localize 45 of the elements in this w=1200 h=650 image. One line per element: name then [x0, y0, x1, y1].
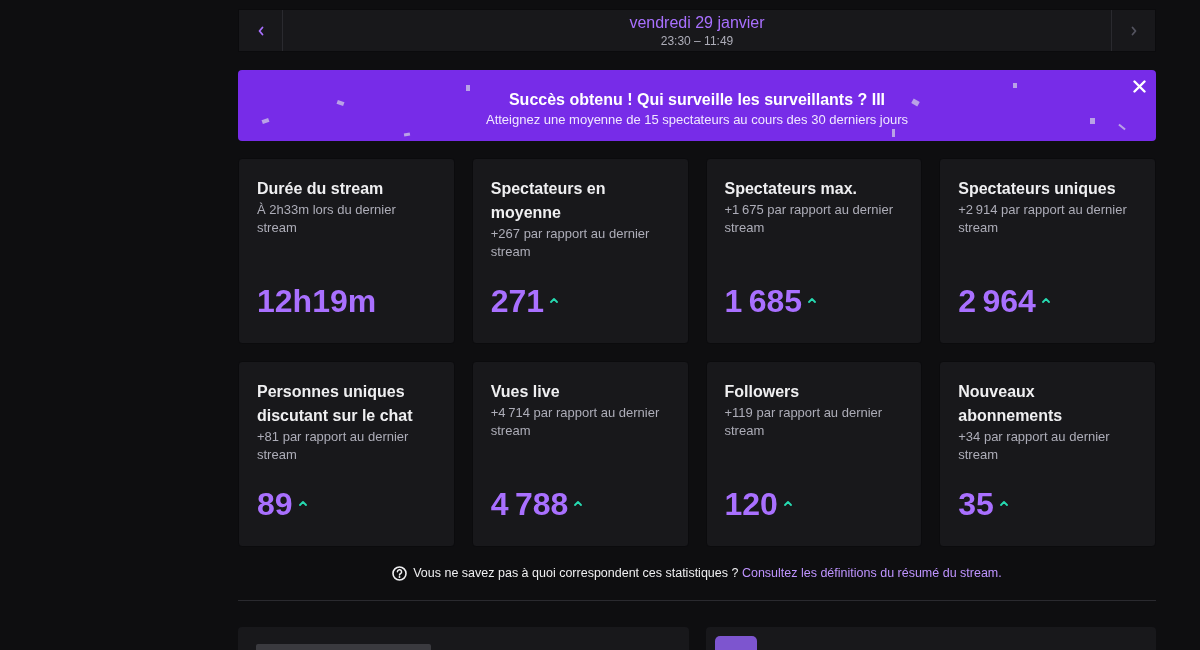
close-icon — [1132, 79, 1146, 93]
definitions-link[interactable]: Consultez les définitions du résumé du stream. — [741, 566, 1002, 580]
achievement-title: Succès obtenu ! Qui surveille les surveillants ? III — [508, 90, 886, 110]
stat-title: Durée du stream — [257, 179, 385, 199]
stat-title: Personnes uniques discutant sur le chat — [257, 382, 414, 426]
chevron-right-icon — [1130, 25, 1137, 36]
stat-comparison: À 2h33m lors du dernier stream — [257, 201, 397, 237]
stat-comparison: +1 675 par rapport au dernier stream — [724, 201, 894, 237]
chevron-left-icon — [257, 25, 264, 36]
stat-value: 120 — [724, 485, 778, 524]
stat-comparison: +34 par rapport au dernier stream — [958, 428, 1111, 464]
time-range: 23:30 – 11:49 — [660, 32, 734, 49]
help-text: Vous ne savez pas à quoi correspondent ces statistiques ? Consultez les définitions du résumé du stream. — [413, 565, 1002, 582]
confetti-piece — [1090, 118, 1095, 124]
stat-comparison: +119 par rapport au dernier stream — [724, 404, 884, 440]
close-button[interactable] — [1131, 78, 1147, 94]
avatar-placeholder — [714, 636, 757, 650]
achievement-description: Atteignez une moyenne de 15 spectateurs au cours des 30 derniers jours — [485, 111, 908, 129]
stat-value: 1 685 — [724, 282, 803, 321]
confetti-piece — [892, 129, 895, 137]
stat-title: Followers — [724, 382, 801, 402]
stat-value: 35 — [958, 485, 994, 524]
confetti-piece — [336, 99, 345, 107]
stat-value: 89 — [257, 485, 293, 524]
stat-title: Spectateurs max. — [724, 179, 858, 199]
confetti-piece — [466, 85, 470, 91]
stat-value: 2 964 — [958, 282, 1036, 321]
confetti-piece — [1118, 123, 1126, 131]
date-label: vendredi 29 janvier — [629, 12, 765, 33]
stat-comparison: +81 par rapport au dernier stream — [257, 428, 410, 464]
stat-value: 271 — [490, 282, 545, 321]
stat-value: 12h19m — [257, 282, 377, 321]
stat-comparison: +4 714 par rapport au dernier stream — [490, 404, 661, 440]
stat-title: Spectateurs uniques — [958, 179, 1117, 199]
confetti-piece — [911, 98, 920, 107]
stat-title: Vues live — [490, 382, 561, 402]
confetti-piece — [1013, 83, 1017, 88]
stat-title: Nouveaux abonnements — [958, 382, 1064, 426]
stat-title: Spectateurs en moyenne — [490, 179, 607, 223]
stat-comparison: +2 914 par rapport au dernier stream — [958, 201, 1128, 237]
confetti-piece — [403, 132, 411, 137]
stat-value: 4 788 — [490, 485, 569, 524]
help-icon — [392, 565, 408, 581]
stat-comparison: +267 par rapport au dernier stream — [490, 225, 651, 261]
confetti-piece — [261, 117, 270, 125]
